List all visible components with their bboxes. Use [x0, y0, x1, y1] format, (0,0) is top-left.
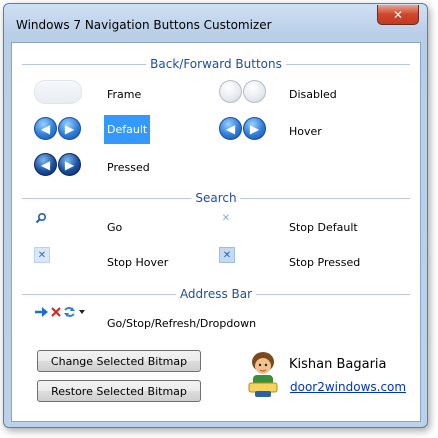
author-avatar: [245, 349, 281, 399]
pressed-forward-icon[interactable]: ▶: [58, 153, 81, 176]
app-window: Windows 7 Navigation Buttons Customizer …: [3, 3, 428, 428]
restore-selected-bitmap-button[interactable]: Restore Selected Bitmap: [37, 380, 201, 402]
stop-hover-label[interactable]: Stop Hover: [107, 256, 168, 269]
go-label[interactable]: Go: [107, 221, 122, 234]
hover-forward-icon[interactable]: ▶: [243, 117, 266, 140]
disabled-label[interactable]: Disabled: [289, 88, 337, 101]
window-title: Windows 7 Navigation Buttons Customizer: [16, 18, 272, 32]
back-arrow-icon: ◀: [40, 157, 51, 172]
pressed-back-icon[interactable]: ◀: [34, 153, 57, 176]
dropdown-icon: [79, 310, 85, 314]
section-back-forward: Back/Forward Buttons: [22, 57, 410, 71]
forward-arrow-icon: ▶: [64, 157, 75, 172]
hover-label[interactable]: Hover: [289, 125, 322, 138]
default-forward-icon[interactable]: ▶: [58, 117, 81, 140]
close-button[interactable]: ✕: [377, 5, 419, 25]
go-arrow-icon: [35, 307, 48, 317]
default-back-icon[interactable]: ◀: [34, 117, 57, 140]
section-title: Back/Forward Buttons: [146, 57, 286, 71]
stop-hover-icon[interactable]: ✕: [34, 247, 50, 263]
forward-arrow-icon: ▶: [64, 121, 75, 136]
author-website-link[interactable]: door2windows.com: [290, 380, 406, 394]
frame-preview[interactable]: [34, 80, 82, 104]
client-area: Back/Forward Buttons Frame Disabled ◀ ▶ …: [11, 42, 421, 422]
frame-label[interactable]: Frame: [107, 88, 141, 101]
stop-default-label[interactable]: Stop Default: [289, 221, 358, 234]
forward-arrow-icon: ▶: [249, 121, 260, 136]
stop-default-icon[interactable]: ✕: [219, 211, 233, 225]
back-arrow-icon: ◀: [225, 121, 236, 136]
address-bar-label[interactable]: Go/Stop/Refresh/Dropdown: [107, 317, 256, 330]
back-arrow-icon: ◀: [40, 121, 51, 136]
change-selected-bitmap-button[interactable]: Change Selected Bitmap: [37, 350, 201, 372]
address-bar-icons[interactable]: [34, 305, 94, 319]
stop-pressed-icon[interactable]: ✕: [219, 247, 235, 263]
disabled-back-icon[interactable]: [219, 80, 242, 103]
section-address-bar: Address Bar: [22, 287, 410, 301]
hover-back-icon[interactable]: ◀: [219, 117, 242, 140]
section-search: Search: [22, 191, 410, 205]
pressed-label[interactable]: Pressed: [107, 161, 150, 174]
refresh-icon: [64, 307, 75, 317]
default-label[interactable]: Default: [104, 115, 151, 144]
disabled-forward-icon[interactable]: [243, 80, 266, 103]
stop-pressed-label[interactable]: Stop Pressed: [289, 256, 360, 269]
search-icon[interactable]: [34, 211, 48, 225]
author-name: Kishan Bagaria: [289, 357, 387, 372]
section-title: Search: [191, 191, 241, 205]
stop-icon: [51, 307, 61, 317]
section-title: Address Bar: [175, 287, 257, 301]
